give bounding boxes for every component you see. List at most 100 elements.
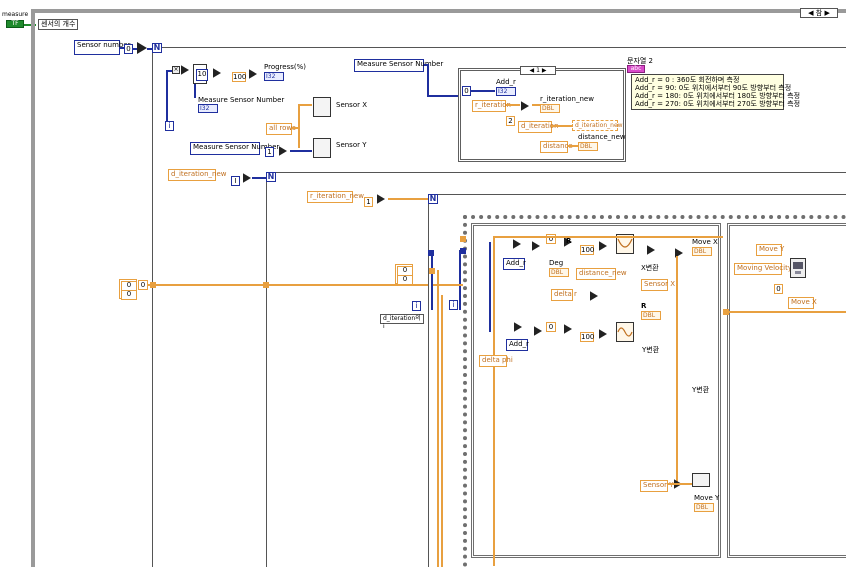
add-node-2	[532, 241, 540, 251]
wire	[194, 84, 196, 98]
array-input-idx: 0	[138, 280, 148, 290]
add-r-case-selector[interactable]: ◀ 1 ▶	[520, 66, 556, 75]
msn-control-sensors[interactable]: Measure Sensor Number	[190, 142, 279, 155]
distance-new-indicator: DBL	[578, 142, 598, 151]
string-const-tag: abc	[627, 65, 645, 73]
move-x-control-right[interactable]: Move X	[788, 297, 817, 309]
delta-phi-control[interactable]: delta phi	[479, 355, 513, 367]
motion-subvi-icon[interactable]	[790, 258, 806, 278]
tunnel	[263, 282, 269, 288]
loop2-const: I	[231, 176, 240, 186]
case-selector-tab[interactable]: ◀ 참 ▶	[800, 8, 838, 18]
wire	[552, 125, 572, 127]
wire	[427, 95, 459, 97]
wire	[506, 104, 520, 106]
move-x-label: Move X	[692, 238, 718, 246]
d-iter-i-indicator: d_iteration의 i	[380, 314, 424, 330]
wire	[298, 104, 312, 106]
array-input-left: 0 0	[119, 279, 137, 300]
sensor-number-control[interactable]: Sensor number	[74, 40, 131, 55]
loop3-const-1: 1	[364, 197, 373, 207]
wire	[676, 256, 678, 482]
build-array-node	[692, 473, 710, 487]
wire	[252, 177, 266, 179]
d-iter-new-indicator: d_iteration_new	[572, 120, 623, 131]
r-iteration-control[interactable]: r_iteration	[472, 100, 511, 112]
case-tab-label: 참	[815, 9, 823, 17]
add-node-3	[514, 322, 522, 332]
comment-line-3: Add_r = 180: 0도 위치에서부터 180도 방향부터 측정	[635, 92, 801, 100]
dist-new-label: distance_new	[578, 133, 626, 141]
r-iter-new-label: r_iteration_new	[540, 95, 594, 103]
add-r-case-terminal: 0	[462, 86, 471, 96]
progress-const-100: 100	[232, 72, 247, 82]
right-const-0: 0	[774, 284, 783, 294]
case-selector-label[interactable]: 센서의 개수	[38, 19, 78, 30]
wire	[493, 236, 495, 566]
index-array-y-node	[313, 138, 331, 158]
wire	[471, 90, 495, 92]
move-y-indicator: DBL	[694, 503, 714, 512]
loop2-tri	[243, 173, 251, 183]
wire	[433, 284, 463, 286]
case-prev-arrow[interactable]: ◀	[808, 9, 813, 17]
array-input-inner-1[interactable]: 0	[397, 275, 413, 285]
deg-to-rad-node-2	[564, 324, 572, 334]
case-next-arrow[interactable]: ▶	[824, 9, 829, 17]
add-r-indicator: I32	[496, 87, 516, 96]
add-r-control-2[interactable]: Add_r	[506, 339, 529, 351]
progress-tri2-node	[213, 68, 221, 78]
array-input-left-1[interactable]: 0	[121, 290, 137, 300]
progress-indicator: I32	[264, 72, 284, 81]
all-rows-control[interactable]: all rows	[266, 123, 296, 135]
loop2-n-terminal: N	[266, 172, 276, 182]
wire	[120, 47, 124, 49]
wire	[568, 145, 578, 147]
main-loop-n-terminal: N	[152, 43, 162, 53]
tunnel	[150, 282, 156, 288]
tunnel	[428, 250, 434, 256]
r-iter-new-control[interactable]: r_iteration_new	[307, 191, 364, 203]
wire	[290, 150, 312, 152]
sin-node	[616, 322, 634, 342]
progress-mul-node: ×	[172, 66, 180, 74]
wire	[133, 48, 137, 50]
d-iteration-control[interactable]: d_iteration	[518, 121, 559, 133]
delta-r-control[interactable]: delta r	[551, 289, 577, 301]
add-node-4	[534, 326, 542, 336]
add-r-control-1[interactable]: Add_r	[503, 258, 526, 270]
msn-const: 1	[265, 147, 274, 157]
msn-control-case[interactable]: Measure Sensor Number	[354, 59, 443, 72]
y-conv-label: Y변환	[642, 346, 660, 354]
move-x-indicator: DBL	[692, 247, 712, 256]
tunnel	[460, 248, 466, 254]
move-y-control-right[interactable]: Move Y	[756, 244, 784, 256]
measure-label: measure	[2, 11, 29, 18]
sensor-x-control[interactable]: Sensor X	[641, 279, 675, 291]
increment-node	[137, 42, 147, 54]
progress-divide-node: 10	[193, 64, 208, 84]
distance-control[interactable]: distance	[540, 141, 573, 153]
y-conv-label-2: Y변환	[692, 386, 710, 394]
d-iter-new-control[interactable]: d_iteration_new	[168, 169, 226, 181]
wire	[437, 270, 439, 567]
deg-label: Deg	[549, 259, 564, 267]
main-loop-i-terminal: i	[165, 121, 174, 131]
distance-new-control[interactable]: distance_new	[576, 268, 627, 280]
wire	[668, 483, 692, 485]
moving-velocity-control[interactable]: Moving Velocity	[734, 263, 792, 275]
r-iter-divide-node	[521, 101, 529, 111]
sensor-y-control[interactable]: Sensor Y	[640, 480, 674, 492]
msn-indicator-label: Measure Sensor Number	[198, 96, 285, 104]
progress-label: Progress(%)	[264, 63, 306, 71]
msn-indicator: I32	[198, 104, 218, 113]
mul-node-x	[647, 245, 655, 255]
msn-decrement-node	[279, 146, 287, 156]
r-label-top: R	[566, 237, 572, 245]
measure-boolean-terminal[interactable]: TF	[6, 20, 24, 28]
comment-line-2: Add_r = 90: 0도 위치에서부터 90도 방향부터 측정	[635, 84, 792, 92]
deg-indicator: DBL	[549, 268, 569, 277]
wire	[431, 250, 433, 310]
x-conv-label: X변환	[641, 264, 659, 272]
wire	[459, 250, 461, 310]
